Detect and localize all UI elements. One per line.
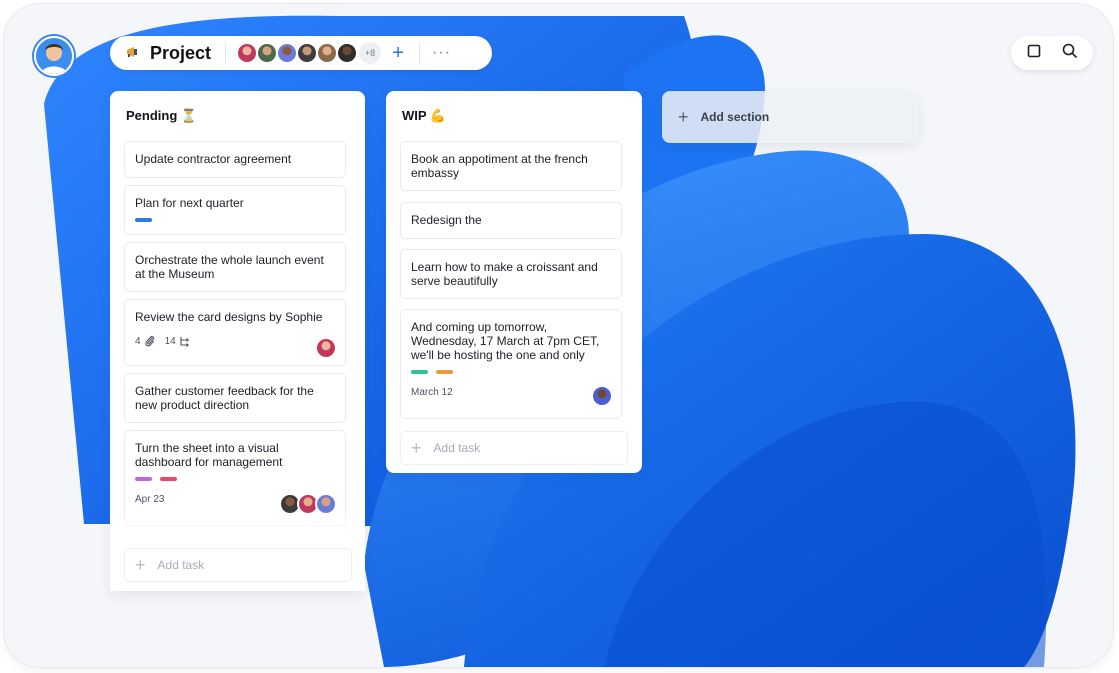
megaphone-icon bbox=[126, 45, 140, 61]
tag-red bbox=[160, 477, 177, 481]
task-card[interactable]: Plan for next quarter bbox=[124, 185, 346, 235]
task-tags bbox=[135, 218, 335, 222]
task-title: Review the card designs by Sophie bbox=[135, 310, 323, 324]
more-horizontal-icon[interactable]: ··· bbox=[432, 45, 451, 61]
add-section-label: Add section bbox=[700, 110, 770, 124]
app-window: Project +8 + ··· Pending ⏳ Update contra… bbox=[4, 4, 1113, 667]
member-avatar[interactable] bbox=[276, 42, 299, 64]
task-title: Redesign the bbox=[411, 213, 482, 227]
member-avatar[interactable] bbox=[296, 42, 319, 64]
column-title: Pending ⏳ bbox=[126, 108, 198, 123]
add-task-label: Add task bbox=[433, 441, 481, 455]
top-right-controls bbox=[1011, 36, 1093, 70]
task-card[interactable]: Learn how to make a croissant and serve … bbox=[400, 249, 622, 299]
add-section-button[interactable]: + Add section bbox=[662, 91, 918, 143]
add-task-label: Add task bbox=[157, 558, 205, 572]
task-title: Turn the sheet into a visual dashboard f… bbox=[135, 441, 283, 469]
task-due-date: Apr 23 bbox=[135, 494, 165, 505]
add-task-button[interactable]: + Add task bbox=[400, 431, 628, 465]
task-title: Plan for next quarter bbox=[135, 196, 244, 210]
extra-members-count[interactable]: +8 bbox=[359, 42, 382, 64]
plus-icon: + bbox=[411, 438, 422, 458]
task-card[interactable]: Book an appotiment at the french embassy bbox=[400, 141, 622, 191]
member-avatar[interactable] bbox=[336, 42, 359, 64]
plus-icon: + bbox=[678, 107, 689, 127]
task-title: Book an appotiment at the french embassy bbox=[411, 152, 588, 180]
task-title: Orchestrate the whole launch event at th… bbox=[135, 253, 324, 281]
task-title: Learn how to make a croissant and serve … bbox=[411, 260, 598, 288]
task-card[interactable]: Update contractor agreement bbox=[124, 141, 346, 178]
task-card[interactable]: Review the card designs by Sophie 4 14 bbox=[124, 299, 346, 366]
tag-orange bbox=[436, 370, 453, 374]
project-header: Project +8 + ··· bbox=[110, 36, 492, 70]
assignee-avatar[interactable] bbox=[315, 337, 337, 359]
assignee-avatar[interactable] bbox=[591, 385, 613, 407]
task-assignees[interactable] bbox=[591, 385, 613, 407]
task-tags bbox=[135, 477, 335, 481]
task-tags bbox=[411, 370, 611, 374]
member-avatar[interactable] bbox=[316, 42, 339, 64]
task-card[interactable]: And coming up tomorrow, Wednesday, 17 Ma… bbox=[400, 309, 622, 419]
tag-green bbox=[411, 370, 428, 374]
task-title: Update contractor agreement bbox=[135, 152, 292, 166]
subtask-count: 14 bbox=[164, 335, 176, 347]
divider bbox=[225, 42, 227, 64]
task-title: Gather customer feedback for the new pro… bbox=[135, 384, 314, 412]
project-title[interactable]: Project bbox=[150, 43, 211, 64]
task-title: And coming up tomorrow, Wednesday, 17 Ma… bbox=[411, 320, 600, 362]
task-meta: 4 14 bbox=[135, 335, 200, 347]
subtask-icon bbox=[179, 336, 190, 347]
plus-icon: + bbox=[135, 555, 146, 575]
attachment-count: 4 bbox=[135, 335, 141, 347]
task-card[interactable]: Gather customer feedback for the new pro… bbox=[124, 373, 346, 423]
column-wip: WIP 💪 Book an appotiment at the french e… bbox=[386, 91, 642, 473]
column-title: WIP 💪 bbox=[402, 108, 447, 123]
divider bbox=[419, 42, 421, 64]
member-avatar[interactable] bbox=[236, 42, 259, 64]
task-due-date: March 12 bbox=[411, 387, 453, 398]
task-card[interactable]: Orchestrate the whole launch event at th… bbox=[124, 242, 346, 292]
square-icon[interactable] bbox=[1027, 44, 1041, 63]
task-assignees[interactable] bbox=[315, 337, 337, 359]
paperclip-icon bbox=[144, 335, 155, 347]
add-task-button[interactable]: + Add task bbox=[124, 548, 352, 582]
tag-blue bbox=[135, 218, 152, 222]
tag-purple bbox=[135, 477, 152, 481]
user-avatar[interactable] bbox=[34, 36, 74, 76]
user-avatar-image bbox=[36, 38, 72, 74]
add-member-plus-icon[interactable]: + bbox=[389, 43, 407, 63]
column-scroll-fade bbox=[110, 511, 365, 535]
member-avatars[interactable]: +8 bbox=[236, 42, 382, 64]
task-card[interactable]: Redesign the bbox=[400, 202, 622, 239]
member-avatar[interactable] bbox=[256, 42, 279, 64]
search-icon[interactable] bbox=[1062, 43, 1077, 63]
